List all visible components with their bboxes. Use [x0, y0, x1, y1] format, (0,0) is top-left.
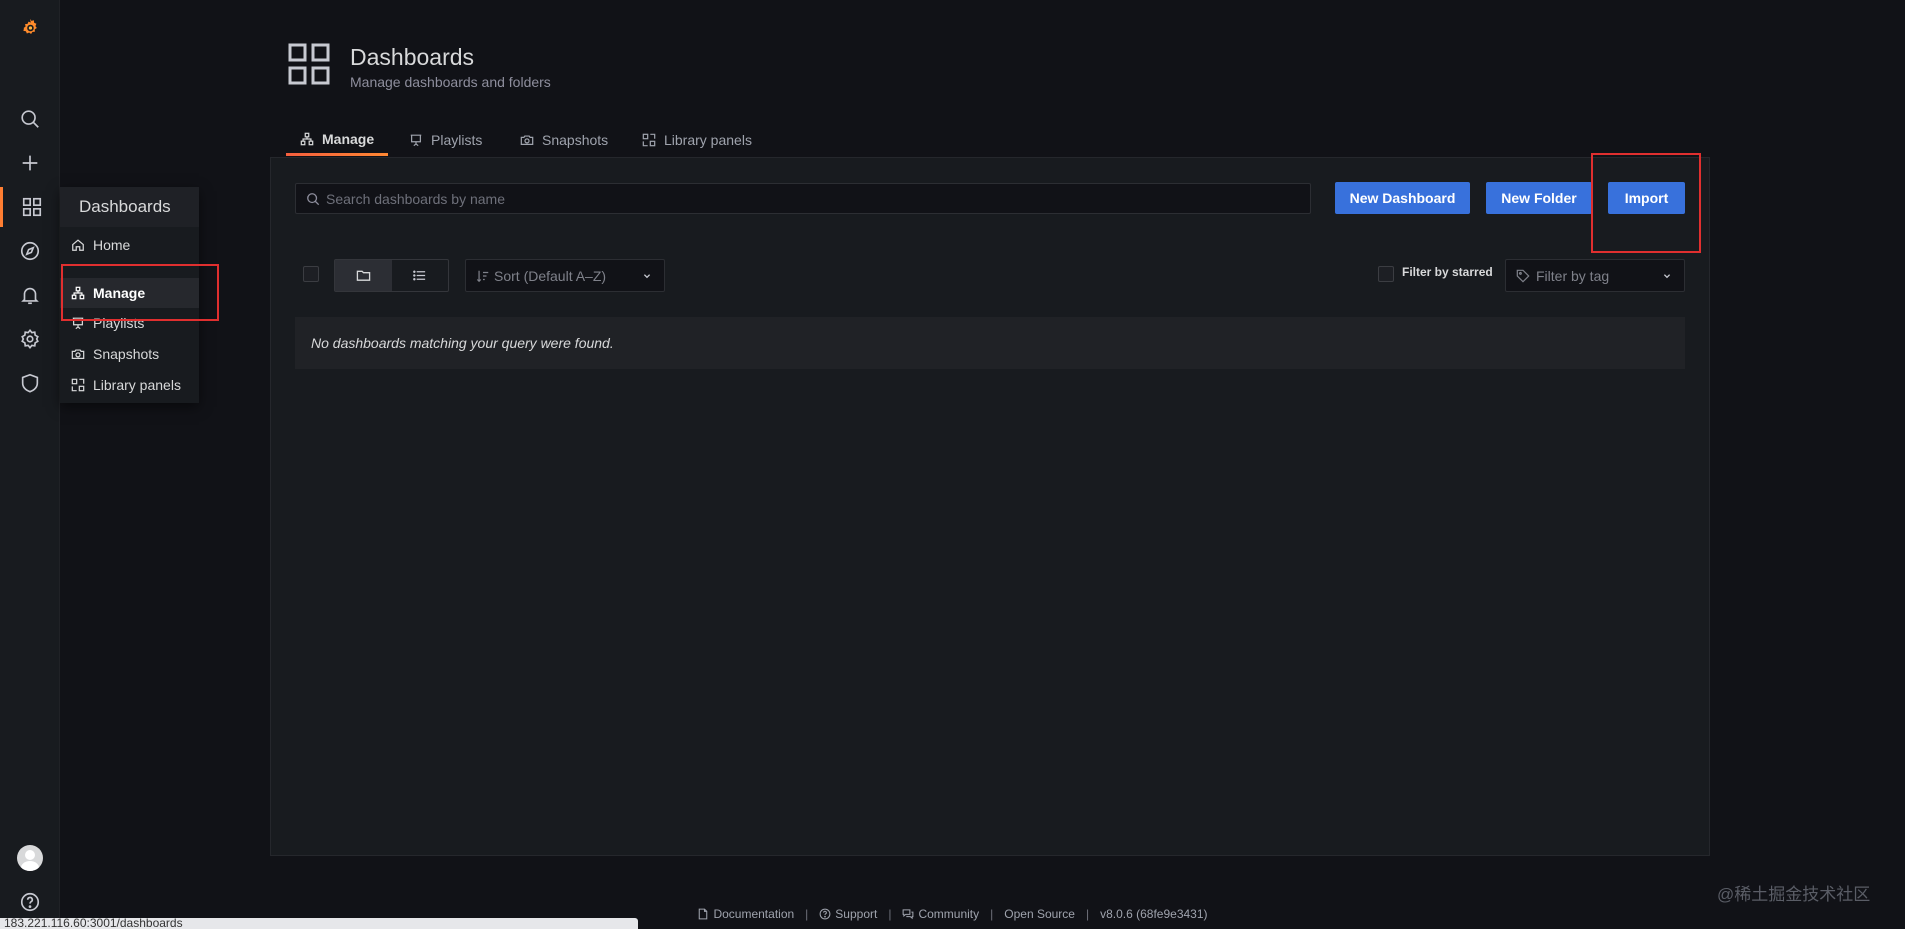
flyout-item-manage[interactable]: Manage — [60, 278, 199, 308]
footer-community-link[interactable]: Community — [902, 907, 979, 921]
user-avatar[interactable] — [0, 838, 60, 878]
page-subtitle: Manage dashboards and folders — [350, 74, 551, 90]
sort-icon — [476, 270, 489, 282]
browser-status-url: 183.221.116.60:3001/dashboards — [0, 918, 638, 929]
tab-snapshots[interactable]: Snapshots — [506, 124, 622, 156]
flyout-item-label: Playlists — [93, 315, 145, 331]
flyout-item-label: Snapshots — [93, 346, 160, 362]
list-icon — [413, 270, 426, 281]
footer-documentation-label: Documentation — [713, 907, 795, 921]
footer-version: v8.0.6 (68fe9e3431) — [1100, 907, 1207, 921]
search-icon — [307, 192, 320, 205]
select-all-checkbox[interactable] — [303, 266, 319, 282]
document-icon — [699, 908, 708, 920]
sitemap-icon — [300, 132, 314, 145]
configuration-icon[interactable] — [0, 319, 60, 359]
flyout-item-label: Library panels — [93, 377, 181, 393]
plus-icon[interactable] — [0, 143, 60, 183]
new-folder-button[interactable]: New Folder — [1486, 182, 1592, 214]
tag-icon — [1516, 269, 1530, 283]
tab-library-panels[interactable]: Library panels — [628, 124, 766, 156]
tab-label: Manage — [322, 130, 375, 147]
folder-icon — [356, 270, 370, 281]
flyout-item-label: Manage — [93, 285, 146, 301]
comments-icon — [903, 909, 914, 920]
tag-filter-select[interactable]: Filter by tag — [1505, 259, 1685, 292]
avatar — [17, 845, 43, 871]
dashboards-flyout-menu: Dashboards Home Manage Playlists Snapsho… — [60, 187, 199, 403]
import-button[interactable]: Import — [1608, 182, 1685, 214]
sort-select[interactable]: Sort (Default A–Z) — [465, 259, 665, 292]
footer-support-label: Support — [835, 907, 878, 921]
footer-support-link[interactable]: Support — [819, 907, 877, 921]
footer-open-source-label: Open Source — [1004, 907, 1075, 921]
search-box[interactable] — [295, 183, 1311, 214]
explore-icon[interactable] — [0, 231, 60, 271]
new-dashboard-button[interactable]: New Dashboard — [1335, 182, 1470, 214]
sort-label: Sort (Default A–Z) — [494, 267, 607, 284]
home-icon — [72, 239, 84, 251]
alerting-icon[interactable] — [0, 275, 60, 315]
footer-documentation-link[interactable]: Documentation — [697, 907, 794, 921]
presentation-icon — [410, 134, 422, 147]
filter-by-starred-checkbox[interactable] — [1378, 266, 1394, 282]
tab-label: Snapshots — [542, 132, 609, 148]
flyout-item-label: Home — [93, 237, 131, 253]
grafana-logo-icon[interactable] — [0, 6, 60, 50]
chevron-down-icon — [1663, 274, 1671, 279]
footer-separator: | — [990, 907, 994, 921]
library-panel-icon — [71, 378, 85, 392]
watermark: @稀土掘金技术社区 — [1717, 885, 1871, 904]
tab-label: Playlists — [431, 132, 483, 148]
footer-separator: | — [1085, 907, 1090, 921]
search-input[interactable] — [326, 190, 1306, 207]
dashboards-icon — [288, 43, 330, 85]
page-title: Dashboards — [350, 44, 475, 70]
footer-version-label: v8.0.6 (68fe9e3431) — [1100, 907, 1208, 921]
search-icon[interactable] — [0, 99, 60, 139]
tab-playlists[interactable]: Playlists — [395, 124, 496, 156]
tab-label: Library panels — [664, 132, 752, 148]
camera-icon — [71, 349, 85, 359]
flyout-item-playlists[interactable]: Playlists — [60, 308, 199, 338]
list-view-option[interactable] — [392, 260, 449, 291]
flyout-item-snapshots[interactable]: Snapshots — [60, 339, 199, 369]
layout-toggle — [334, 259, 449, 292]
empty-results-message: No dashboards matching your query were f… — [295, 317, 1685, 369]
filter-by-starred-label: Filter by starred — [1402, 265, 1493, 279]
presentation-icon — [72, 317, 84, 330]
tag-filter-placeholder: Filter by tag — [1536, 267, 1610, 284]
sitemap-icon — [71, 286, 85, 300]
server-admin-icon[interactable] — [0, 363, 60, 403]
flyout-item-home[interactable]: Home — [60, 230, 199, 260]
flyout-item-library-panels[interactable]: Library panels — [60, 370, 199, 400]
library-panel-icon — [642, 133, 656, 147]
dashboards-icon[interactable] — [0, 187, 60, 227]
flyout-title[interactable]: Dashboards — [60, 187, 199, 227]
question-circle-icon — [819, 908, 831, 920]
chevron-down-icon — [643, 274, 651, 279]
tab-manage[interactable]: Manage — [286, 124, 389, 156]
footer-separator: | — [805, 907, 809, 921]
folder-view-option[interactable] — [335, 260, 392, 291]
footer-community-label: Community — [918, 907, 980, 921]
footer-separator: | — [888, 907, 892, 921]
side-nav — [0, 0, 60, 929]
footer-open-source-link[interactable]: Open Source — [1004, 907, 1075, 921]
camera-icon — [520, 135, 534, 145]
